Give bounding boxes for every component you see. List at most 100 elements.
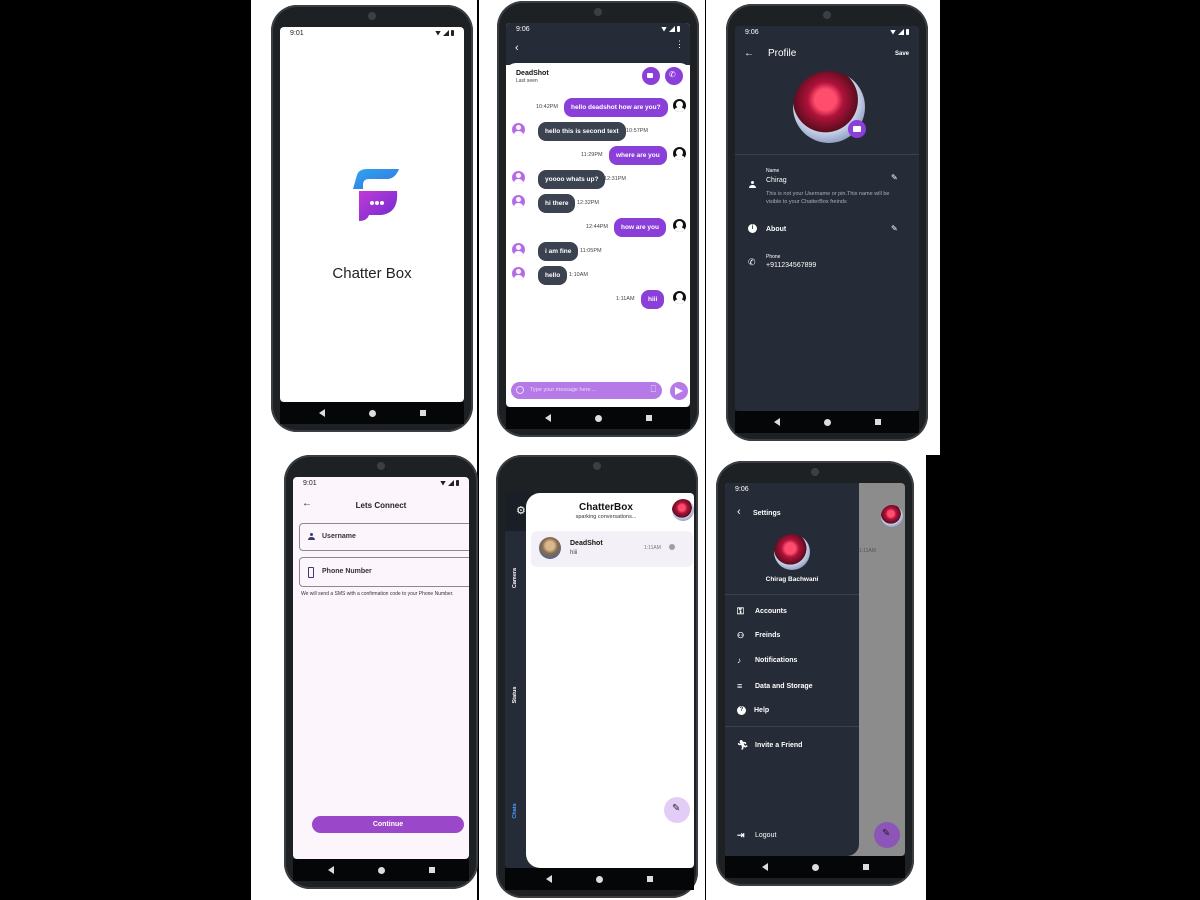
- nav-home-icon[interactable]: [594, 414, 602, 422]
- send-icon: [675, 387, 683, 395]
- side-tab-status[interactable]: Status: [512, 679, 518, 711]
- message-bubble-in[interactable]: hi there: [538, 194, 576, 213]
- save-button[interactable]: Save: [895, 51, 909, 57]
- nav-home-icon[interactable]: [377, 866, 385, 874]
- video-icon: [647, 73, 653, 78]
- nav-recent-icon[interactable]: [647, 876, 653, 882]
- voice-call-button[interactable]: ✆: [665, 67, 683, 85]
- message-bubble-in[interactable]: hello: [538, 266, 568, 285]
- nav-recent-icon[interactable]: [419, 410, 426, 416]
- menu-item-notifications[interactable]: ♪ Notifications: [737, 656, 797, 665]
- attach-icon[interactable]: ⎕: [651, 384, 656, 395]
- message-bubble-in[interactable]: yoooo whats up?: [538, 170, 606, 189]
- edit-name-icon[interactable]: ✎: [891, 173, 898, 182]
- battery-icon: [451, 30, 454, 36]
- side-tab-camera[interactable]: Camera: [512, 562, 518, 594]
- emoji-icon[interactable]: [516, 386, 524, 394]
- continue-button[interactable]: Continue: [312, 816, 464, 833]
- phone-icon: ✆: [748, 257, 756, 267]
- battery-icon: [906, 29, 909, 35]
- message-bubble-out[interactable]: where are you: [609, 146, 667, 165]
- settings-drawer: 9:06 ‹ Settings Chirag Bachwani ⚿ Account…: [725, 483, 859, 856]
- nav-back-icon[interactable]: [761, 863, 768, 871]
- nav-recent-icon[interactable]: [862, 864, 869, 870]
- nav-home-icon[interactable]: [823, 418, 831, 426]
- message-time: 12:44PM: [586, 224, 609, 230]
- user-avatar[interactable]: [672, 499, 694, 521]
- app-subtitle: sparking conversations...: [575, 514, 637, 520]
- battery-icon: [677, 26, 680, 32]
- menu-item-invite[interactable]: 🏃︎ Invite a Friend: [737, 740, 802, 751]
- more-vert-icon[interactable]: ⋮: [675, 40, 684, 49]
- change-photo-button[interactable]: [848, 120, 866, 138]
- menu-label: Invite a Friend: [755, 742, 803, 749]
- phone-number-field[interactable]: Phone Number: [299, 557, 469, 587]
- menu-label: Help: [754, 707, 770, 714]
- app-name: Chatter Box: [332, 265, 412, 282]
- chat-app-bar: 9:06 ‹ ⋮: [506, 23, 690, 65]
- status-time: 9:06: [516, 25, 530, 33]
- status-time: 9:01: [290, 29, 304, 37]
- status-time: 9:06: [745, 28, 759, 36]
- gear-icon: ⚙: [516, 505, 526, 517]
- message-input[interactable]: Type your message here ... ⎕: [511, 382, 662, 399]
- camera-icon: [853, 126, 861, 132]
- about-label: About: [766, 226, 787, 233]
- drawer-title: Settings: [753, 510, 781, 517]
- menu-item-friends[interactable]: ⚇ Freinds: [737, 631, 780, 640]
- message-bubble-in[interactable]: i am fine: [538, 242, 579, 261]
- message-time: 1:10AM: [569, 272, 588, 278]
- nav-back-icon[interactable]: [544, 414, 551, 422]
- send-button[interactable]: [670, 382, 688, 400]
- nav-recent-icon[interactable]: [645, 415, 652, 421]
- message-time: 10:42PM: [536, 104, 559, 110]
- nav-recent-icon[interactable]: [428, 867, 435, 873]
- app-title: ChatterBox: [579, 502, 633, 513]
- message-bubble-out[interactable]: hiii: [641, 290, 665, 309]
- message-bubble-in[interactable]: hello this is second text: [538, 122, 626, 141]
- splash-screen: 9:01 Chatter Box: [280, 27, 464, 402]
- settings-screen: 1:11AM ✎ 9:06 ‹ Settings Chirag Bachwani…: [725, 483, 905, 856]
- help-icon: ?: [737, 706, 746, 715]
- phone-splash: 9:01 Chatter Box: [271, 5, 473, 432]
- nav-back-icon[interactable]: [546, 875, 552, 883]
- name-hint: This is not your Username or pin.This na…: [766, 191, 890, 205]
- android-nav-bar: [280, 402, 464, 424]
- chat-list-item[interactable]: DeadShot hiii 1:11AM: [531, 531, 693, 567]
- contact-header: DeadShot Last seen ✆: [506, 63, 690, 89]
- nav-recent-icon[interactable]: [874, 419, 881, 425]
- chat-screen: 9:06 ‹ ⋮ DeadShot Last seen ✆ hello dead…: [506, 23, 690, 407]
- back-arrow-icon[interactable]: ←: [744, 48, 754, 59]
- edit-about-icon[interactable]: ✎: [891, 224, 898, 233]
- menu-item-accounts[interactable]: ⚿ Accounts: [737, 606, 787, 617]
- back-chevron-icon[interactable]: ‹: [737, 506, 741, 518]
- nav-home-icon[interactable]: [811, 863, 819, 871]
- camera-dot: [377, 462, 385, 470]
- back-arrow-icon[interactable]: ‹: [515, 42, 519, 54]
- nav-back-icon[interactable]: [327, 866, 334, 874]
- message-bubble-out[interactable]: hello deadshot how are you?: [564, 98, 668, 117]
- username-field[interactable]: Username: [299, 523, 469, 551]
- menu-item-help[interactable]: ? Help: [737, 706, 769, 715]
- profile-avatar[interactable]: [774, 534, 810, 570]
- status-bar: 9:01: [293, 477, 469, 489]
- contact-name: DeadShot: [516, 70, 549, 77]
- side-tab-chats[interactable]: Chats: [512, 795, 518, 827]
- nav-home-icon[interactable]: [368, 409, 376, 417]
- nav-back-icon[interactable]: [773, 418, 780, 426]
- logout-button[interactable]: ⇥ Logout: [737, 830, 776, 841]
- video-call-button[interactable]: [642, 67, 660, 85]
- bell-icon: ♪: [737, 656, 741, 665]
- nav-back-icon[interactable]: [318, 409, 325, 417]
- phone-icon: ✆: [669, 70, 676, 79]
- compose-fab[interactable]: ✎: [664, 797, 690, 823]
- chat-time: 1:11AM: [644, 545, 661, 551]
- message-time: 12:31PM: [604, 176, 627, 182]
- chat-preview: hiii: [570, 550, 578, 556]
- message-bubble-out[interactable]: how are you: [614, 218, 666, 237]
- menu-item-data-storage[interactable]: ≡ Data and Storage: [737, 681, 813, 691]
- menu-label: Data and Storage: [755, 682, 813, 690]
- nav-home-icon[interactable]: [596, 875, 603, 883]
- wifi-icon: [435, 30, 441, 36]
- edit-icon: ✎: [672, 803, 681, 814]
